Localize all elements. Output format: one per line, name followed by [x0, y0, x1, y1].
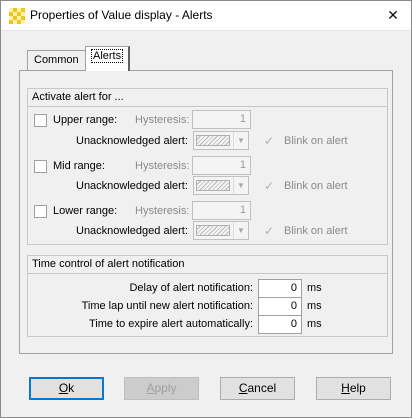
- upper-hysteresis-label: Hysteresis:: [135, 114, 190, 126]
- app-icon: [9, 8, 25, 24]
- expire-unit: ms: [307, 318, 322, 330]
- expire-label: Time to expire alert automatically:: [88, 318, 253, 330]
- apply-button[interactable]: Apply: [124, 377, 199, 400]
- chevron-down-icon: ▼: [233, 222, 248, 239]
- lower-hysteresis-input[interactable]: 1: [192, 201, 251, 220]
- tab-common[interactable]: Common: [27, 50, 86, 70]
- mid-range-label: Mid range:: [53, 160, 105, 172]
- cancel-button[interactable]: Cancel: [220, 377, 295, 400]
- lower-range-label: Lower range:: [53, 205, 118, 217]
- help-label-rest: elp: [349, 381, 366, 395]
- hatch-swatch: [196, 225, 230, 236]
- cancel-label-rest: ancel: [247, 381, 277, 395]
- mid-range-checkbox[interactable]: [34, 160, 47, 173]
- lower-range-checkbox[interactable]: [34, 205, 47, 218]
- tab-alerts-label: Alerts: [90, 49, 124, 63]
- ok-label-rest: k: [68, 381, 75, 395]
- mid-hysteresis-input[interactable]: 1: [192, 156, 251, 175]
- upper-range-checkbox[interactable]: [34, 114, 47, 127]
- hatch-swatch: [196, 180, 230, 191]
- mid-hysteresis-label: Hysteresis:: [135, 160, 190, 172]
- delay-label: Delay of alert notification:: [129, 282, 253, 294]
- time-lap-input[interactable]: 0: [258, 297, 302, 316]
- delay-input[interactable]: 0: [258, 279, 302, 298]
- mid-unack-label: Unacknowledged alert:: [76, 180, 188, 192]
- apply-label-rest: pply: [154, 381, 177, 395]
- lower-blink-label: Blink on alert: [284, 225, 348, 237]
- close-button[interactable]: ✕: [385, 7, 401, 23]
- mid-unack-color-dropdown[interactable]: ▼: [193, 176, 249, 195]
- upper-range-label: Upper range:: [53, 114, 118, 126]
- lower-unack-color-dropdown[interactable]: ▼: [193, 221, 249, 240]
- hatch-swatch: [196, 135, 230, 146]
- tab-common-label: Common: [34, 54, 79, 66]
- time-lap-unit: ms: [307, 300, 322, 312]
- time-lap-label: Time lap until new alert notification:: [81, 300, 253, 312]
- ok-button[interactable]: Ok: [29, 377, 104, 400]
- help-button[interactable]: Help: [316, 377, 391, 400]
- help-mnemonic: H: [341, 381, 350, 395]
- expire-input[interactable]: 0: [258, 315, 302, 334]
- mid-blink-checkbox[interactable]: ✓: [264, 180, 277, 193]
- tab-alerts[interactable]: Alerts: [85, 46, 131, 71]
- chevron-down-icon: ▼: [233, 132, 248, 149]
- upper-blink-label: Blink on alert: [284, 135, 348, 147]
- ok-mnemonic: O: [58, 381, 69, 395]
- time-control-header: Time control of alert notification: [28, 256, 387, 274]
- lower-hysteresis-label: Hysteresis:: [135, 205, 190, 217]
- lower-blink-checkbox[interactable]: ✓: [264, 225, 277, 238]
- apply-mnemonic: A: [146, 381, 155, 395]
- delay-unit: ms: [307, 282, 322, 294]
- upper-blink-checkbox[interactable]: ✓: [264, 135, 277, 148]
- lower-unack-label: Unacknowledged alert:: [76, 225, 188, 237]
- upper-hysteresis-input[interactable]: 1: [192, 110, 251, 129]
- upper-unack-color-dropdown[interactable]: ▼: [193, 131, 249, 150]
- mid-blink-label: Blink on alert: [284, 180, 348, 192]
- window-title: Properties of Value display - Alerts: [30, 8, 213, 22]
- upper-unack-label: Unacknowledged alert:: [76, 135, 188, 147]
- chevron-down-icon: ▼: [233, 177, 248, 194]
- title-bar: Properties of Value display - Alerts ✕: [0, 0, 412, 31]
- activate-alert-header: Activate alert for ...: [28, 89, 387, 107]
